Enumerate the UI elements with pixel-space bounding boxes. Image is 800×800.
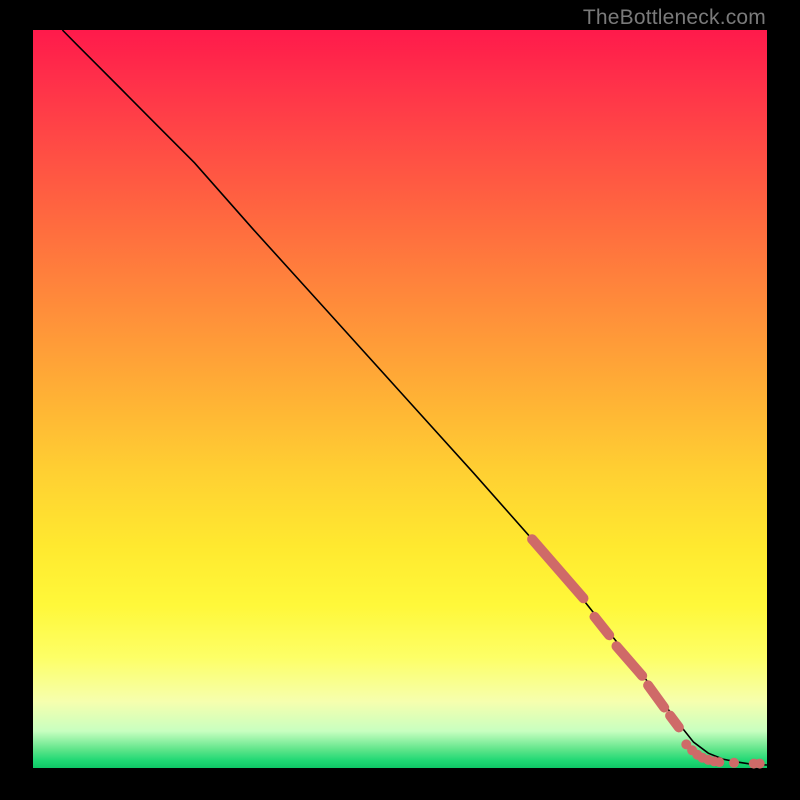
highlight-segment — [617, 646, 643, 676]
watermark-text: TheBottleneck.com — [583, 6, 766, 30]
chart-svg — [33, 30, 767, 768]
highlight-segment — [670, 716, 679, 728]
highlighted-segments — [532, 539, 679, 727]
highlight-segment — [648, 685, 664, 707]
curve-line — [62, 30, 767, 765]
highlight-segment — [532, 539, 583, 598]
highlight-dot — [755, 759, 765, 769]
chart-frame: TheBottleneck.com — [0, 0, 800, 800]
highlight-dot — [729, 758, 739, 768]
highlight-dot — [714, 757, 724, 767]
highlighted-dots — [681, 739, 764, 768]
plot-area — [33, 30, 767, 768]
highlight-segment — [595, 617, 610, 636]
